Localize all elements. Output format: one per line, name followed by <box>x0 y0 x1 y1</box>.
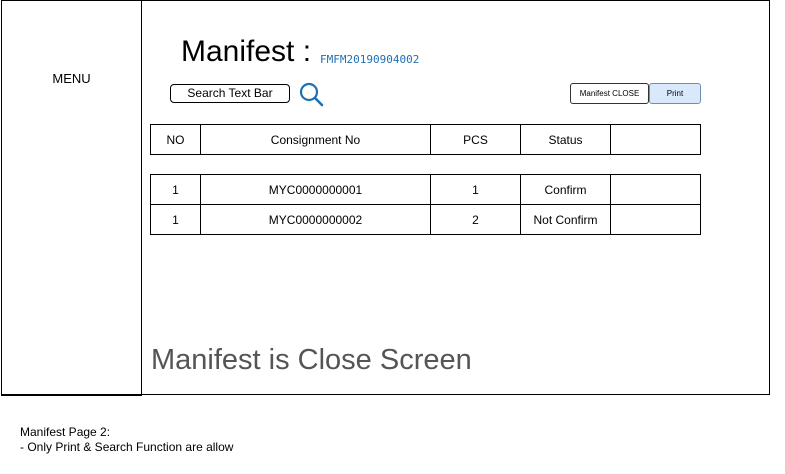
column-header-extra <box>610 124 701 155</box>
table-row[interactable]: 1 MYC0000000002 2 Not Confirm <box>150 204 701 235</box>
manifest-close-button[interactable]: Manifest CLOSE <box>570 83 649 104</box>
print-button[interactable]: Print <box>649 83 701 104</box>
consignment-table: 1 MYC0000000001 1 Confirm 1 MYC000000000… <box>150 174 701 235</box>
column-header-no: NO <box>150 124 201 155</box>
cell-extra <box>610 174 701 205</box>
search-input[interactable]: Search Text Bar <box>170 84 290 103</box>
screen-caption: Manifest is Close Screen <box>151 344 472 376</box>
sidebar: MENU <box>1 0 142 396</box>
note-line-2: - Only Print & Search Function are allow <box>20 440 234 454</box>
cell-status: Confirm <box>520 174 611 205</box>
page-note: Manifest Page 2: - Only Print & Search F… <box>20 425 233 455</box>
column-header-pcs: PCS <box>430 124 521 155</box>
note-line-1: Manifest Page 2: <box>20 425 111 439</box>
table-header: NO Consignment No PCS Status <box>150 124 701 155</box>
cell-consignment: MYC0000000002 <box>200 204 431 235</box>
table-row[interactable]: 1 MYC0000000001 1 Confirm <box>150 174 701 205</box>
menu-label[interactable]: MENU <box>2 71 141 86</box>
page-title: Manifest : <box>181 35 312 68</box>
cell-pcs: 1 <box>430 174 521 205</box>
cell-consignment: MYC0000000001 <box>200 174 431 205</box>
cell-extra <box>610 204 701 235</box>
column-header-status: Status <box>520 124 611 155</box>
cell-status: Not Confirm <box>520 204 611 235</box>
manifest-id: FMFM20190904002 <box>320 53 420 66</box>
cell-no: 1 <box>150 174 201 205</box>
search-icon[interactable] <box>298 81 324 107</box>
cell-pcs: 2 <box>430 204 521 235</box>
column-header-consignment: Consignment No <box>200 124 431 155</box>
cell-no: 1 <box>150 204 201 235</box>
